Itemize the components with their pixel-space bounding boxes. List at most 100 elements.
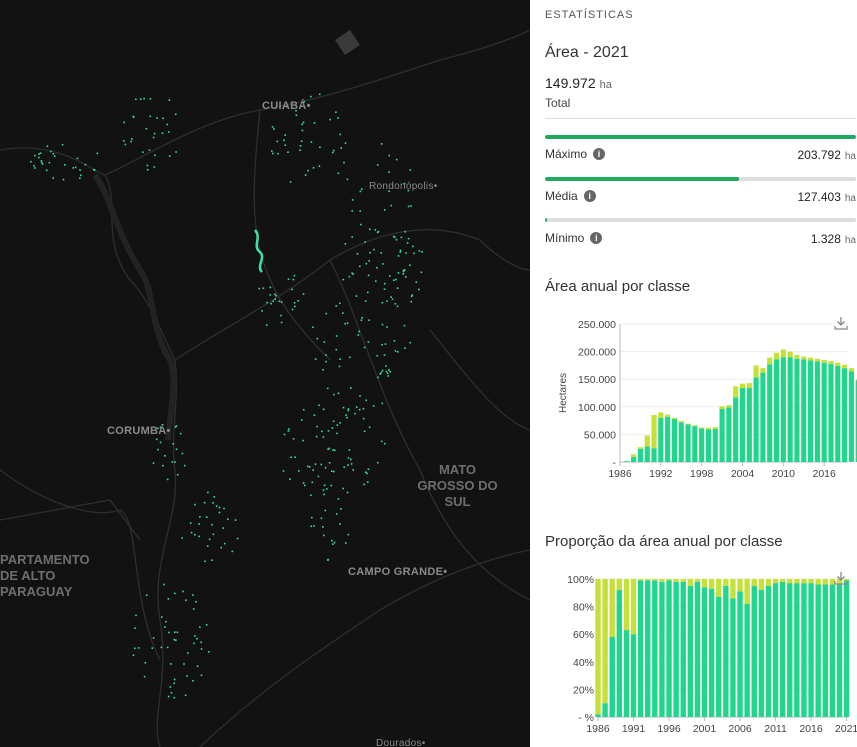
mapped-area-point — [164, 626, 166, 628]
bar-segment — [765, 585, 772, 717]
download-icon[interactable] — [834, 316, 848, 330]
highlight-cluster — [253, 229, 264, 273]
mapped-area-point — [148, 149, 151, 151]
region-label-alto-paraguay: PARTAMENTO DE ALTO PARAGUAY — [0, 552, 90, 599]
bar-segment — [835, 362, 841, 366]
mapped-area-point — [132, 654, 135, 657]
mapped-area-point — [173, 682, 175, 685]
mapped-area-point — [347, 409, 350, 412]
mapped-area-point — [333, 541, 336, 544]
mapped-area-point — [368, 260, 370, 262]
mapped-area-point — [361, 317, 363, 319]
mapped-area-point — [346, 491, 349, 494]
info-icon[interactable]: i — [593, 148, 606, 160]
mapped-area-point — [382, 263, 384, 265]
mapped-area-point — [346, 416, 348, 419]
mapped-area-point — [162, 464, 164, 467]
bar-segment — [772, 579, 779, 584]
mapped-area-point — [384, 442, 386, 445]
mean-label: Média i — [545, 189, 596, 203]
mapped-area-point — [362, 407, 365, 410]
bar-segment — [773, 352, 780, 360]
mapped-area-point — [169, 686, 172, 688]
max-value: 203.792 ha — [797, 148, 856, 162]
map-boundary-line — [329, 259, 530, 601]
mapped-area-point — [302, 293, 305, 295]
bar-segment — [658, 412, 664, 418]
bar-segment — [694, 579, 701, 582]
mapped-area-point — [387, 375, 390, 377]
bar-segment — [794, 583, 800, 717]
proportion-chart-title: Proporção da área anual por classe — [545, 533, 783, 550]
mapped-area-point — [175, 639, 177, 641]
bar-segment — [758, 590, 765, 717]
mapped-area-point — [153, 166, 156, 168]
mapped-area-point — [407, 237, 410, 240]
mapped-area-point — [198, 523, 200, 525]
info-icon[interactable]: i — [583, 190, 596, 202]
mapped-area-point — [34, 167, 36, 169]
mapped-area-point — [320, 517, 323, 520]
mapped-area-point — [331, 539, 333, 542]
mapped-area-point — [38, 156, 40, 159]
mapped-area-point — [79, 169, 81, 171]
mapped-area-point — [364, 300, 367, 302]
mapped-area-point — [360, 319, 363, 321]
bar-segment — [801, 583, 807, 717]
mapped-area-point — [336, 424, 339, 426]
bar-segment — [730, 598, 736, 717]
bar-segment — [726, 405, 732, 408]
mapped-area-point — [218, 506, 221, 509]
mapped-area-point — [74, 166, 77, 169]
mapped-area-point — [322, 369, 324, 371]
bar-segment — [719, 409, 725, 462]
mapped-area-point — [337, 172, 340, 175]
mapped-area-point — [139, 98, 142, 100]
map-canvas[interactable] — [0, 0, 530, 747]
bar-segment — [678, 421, 684, 423]
mapped-area-point — [367, 341, 370, 343]
max-fill — [545, 135, 856, 139]
x-tick-label: 1986 — [608, 468, 632, 480]
mapped-area-point — [313, 122, 316, 124]
y-tick-label: 100% — [567, 574, 594, 586]
download-icon[interactable] — [834, 571, 848, 585]
bar-segment — [814, 358, 820, 362]
mapped-area-point — [293, 274, 296, 277]
bar-segment — [623, 630, 630, 717]
mapped-area-point — [275, 295, 277, 297]
mapped-area-point — [181, 537, 183, 539]
bar-segment — [787, 583, 793, 717]
mapped-area-point — [348, 275, 351, 278]
mapped-area-point — [310, 525, 312, 528]
bar-segment — [699, 428, 705, 462]
x-tick-label: 2006 — [728, 723, 752, 735]
mapped-area-point — [339, 422, 341, 424]
mapped-area-point — [347, 533, 350, 536]
bar-segment — [828, 360, 834, 364]
mapped-area-point — [236, 537, 239, 540]
bar-segment — [665, 416, 671, 462]
mapped-area-point — [339, 358, 341, 360]
bar-segment — [701, 579, 708, 588]
mapped-area-point — [300, 140, 303, 142]
bar-segment — [815, 579, 821, 585]
bar-segment — [644, 435, 650, 447]
mapped-area-point — [149, 115, 152, 118]
map-view[interactable]: CUIABÁ• Rondonópolis• CORUMBÁ• CAMPO GRA… — [0, 0, 530, 747]
mapped-area-point — [186, 675, 188, 677]
mapped-area-point — [299, 149, 301, 151]
mapped-area-point — [380, 143, 383, 145]
river-pantanal — [92, 173, 177, 441]
mapped-area-point — [174, 426, 177, 428]
bar-segment — [595, 714, 601, 717]
mapped-area-point — [212, 502, 214, 504]
y-axis-label: Hectares — [558, 373, 569, 413]
bar-segment — [705, 427, 712, 430]
info-icon[interactable]: i — [590, 232, 603, 244]
mapped-area-point — [314, 463, 317, 465]
bar-segment — [723, 585, 729, 717]
mapped-area-point — [211, 523, 213, 526]
mapped-area-point — [410, 205, 412, 207]
mapped-area-point — [307, 169, 309, 172]
